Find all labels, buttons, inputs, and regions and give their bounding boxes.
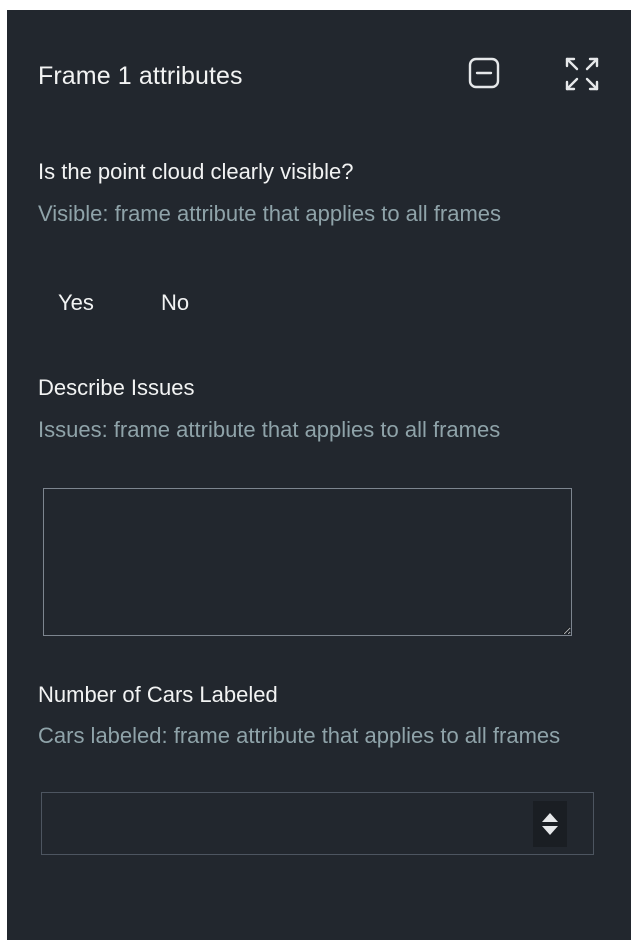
option-yes[interactable]: Yes	[58, 290, 94, 316]
cars-question-label: Number of Cars Labeled	[38, 682, 278, 707]
cars-question-description: Cars labeled: frame attribute that appli…	[38, 723, 561, 748]
minimize-square-icon	[468, 57, 500, 89]
issues-question-label: Describe Issues	[38, 375, 195, 400]
cars-number-stepper[interactable]	[533, 801, 567, 847]
issues-textarea[interactable]	[43, 488, 572, 636]
panel-title: Frame 1 attributes	[38, 62, 243, 90]
visibility-question-description: Visible: frame attribute that applies to…	[38, 201, 502, 226]
expand-button[interactable]	[564, 56, 600, 92]
cars-number-field	[41, 792, 594, 855]
cars-number-input[interactable]	[42, 793, 522, 854]
option-no[interactable]: No	[161, 290, 189, 316]
up-down-stepper-icon	[542, 813, 558, 835]
frame-attributes-panel: Frame 1 attributes Is the point cloud cl…	[7, 10, 631, 940]
minimize-button[interactable]	[467, 56, 501, 90]
issues-question-description: Issues: frame attribute that applies to …	[38, 417, 501, 442]
expand-arrows-icon	[565, 57, 599, 91]
visibility-question-label: Is the point cloud clearly visible?	[38, 159, 354, 184]
